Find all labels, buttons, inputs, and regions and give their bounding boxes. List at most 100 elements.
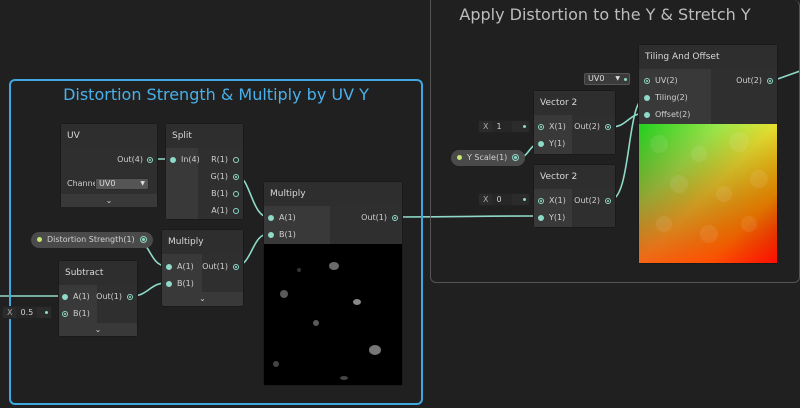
port-dot-icon <box>233 264 239 270</box>
tiling-uv-port[interactable]: UV(2) <box>644 75 678 87</box>
group-title[interactable]: Apply Distortion to the Y & Stretch Y <box>411 5 799 24</box>
vector2-bottom-y-port[interactable]: Y(1) <box>538 212 565 224</box>
vector2-top-out-port[interactable]: Out(2) <box>574 121 611 133</box>
split-g-port[interactable]: G(1) <box>210 171 239 183</box>
split-b-port[interactable]: B(1) <box>211 188 239 200</box>
subtract-a-port[interactable]: A(1) <box>62 291 90 303</box>
multiply-small-a-port[interactable]: A(1) <box>166 261 194 273</box>
port-dot-icon <box>170 157 176 163</box>
chevron-down-icon: ▼ <box>615 75 620 82</box>
chevron-down-icon: ▼ <box>140 180 145 187</box>
vector2-top-x-port[interactable]: X(1) <box>538 121 566 133</box>
multiply-preview <box>264 244 402 385</box>
subtract-node[interactable]: Subtract A(1) B(1) Out(1) ⌄ <box>59 261 137 336</box>
port-label: Out(4) <box>117 155 143 164</box>
node-title: Split <box>166 124 243 148</box>
node-title: Multiply <box>264 182 402 206</box>
port-dot-icon <box>538 198 544 204</box>
vector2-bottom-x-port[interactable]: X(1) <box>538 195 566 207</box>
property-dot-icon <box>457 155 462 160</box>
port-dot-icon <box>139 236 147 243</box>
tiling-offset-node[interactable]: Tiling And Offset UV(2) Tiling(2) Offset… <box>639 45 777 263</box>
chevron-down-icon: ⌄ <box>105 196 113 205</box>
multiply-node[interactable]: Multiply A(1) B(1) Out(1) <box>264 182 402 385</box>
node-title: Vector 2 <box>534 91 615 115</box>
port-dot-icon <box>147 157 153 163</box>
multiply-small-b-port[interactable]: B(1) <box>166 278 194 290</box>
vector2-bottom-out-port[interactable]: Out(2) <box>574 195 611 207</box>
split-node[interactable]: Split In(4) R(1) G(1) B(1) A(1) <box>166 124 243 219</box>
port-dot-icon <box>233 157 239 163</box>
uv-node[interactable]: UV Out(4) Channe UV0 ▼ ⌄ <box>61 124 157 207</box>
multiply-b-port[interactable]: B(1) <box>268 229 296 241</box>
vector2-bottom-node[interactable]: Vector 2 X(1) Y(1) Out(2) <box>534 165 615 227</box>
collapse-toggle[interactable]: ⌄ <box>162 292 243 305</box>
channel-dropdown[interactable]: UV0 ▼ <box>95 178 149 190</box>
port-dot-icon <box>644 78 650 84</box>
split-in-port[interactable]: In(4) <box>170 154 200 166</box>
channel-label: Channe <box>67 179 98 188</box>
chevron-down-icon: ⌄ <box>94 325 102 334</box>
multiply-small-node[interactable]: Multiply A(1) B(1) Out(1) ⌄ <box>162 230 243 306</box>
port-dot-icon <box>644 95 650 101</box>
port-dot-icon <box>538 124 544 130</box>
vector2-top-x-field[interactable]: X1 <box>478 120 530 133</box>
subtract-b-field[interactable]: X 0.5 <box>2 306 52 319</box>
tiling-out-port[interactable]: Out(2) <box>736 75 773 87</box>
split-r-port[interactable]: R(1) <box>211 154 239 166</box>
node-title: Tiling And Offset <box>639 45 777 69</box>
y-scale-property[interactable]: Y Scale(1) <box>451 150 526 166</box>
port-dot-icon <box>233 208 239 214</box>
property-dot-icon <box>37 237 42 242</box>
multiply-small-out-port[interactable]: Out(1) <box>202 261 239 273</box>
vector2-top-node[interactable]: Vector 2 X(1) Y(1) Out(2) <box>534 91 615 154</box>
port-dot-icon <box>62 311 68 317</box>
field-value[interactable]: 0.5 <box>16 307 38 318</box>
port-dot-icon <box>605 198 611 204</box>
port-dot-icon <box>538 141 544 147</box>
port-dot-icon <box>127 294 133 300</box>
node-title: UV <box>61 124 157 148</box>
port-dot-icon <box>268 215 274 221</box>
port-dot-icon <box>166 281 172 287</box>
tiling-offset-port[interactable]: Offset(2) <box>644 109 690 121</box>
port-dot-icon <box>767 78 773 84</box>
distortion-strength-property[interactable]: Distortion Strength(1) <box>31 232 153 248</box>
subtract-out-port[interactable]: Out(1) <box>96 291 133 303</box>
subtract-b-port[interactable]: B(1) <box>62 308 90 320</box>
port-dot-icon <box>166 264 172 270</box>
noise-preview-image <box>273 262 381 380</box>
port-dot-icon <box>624 78 627 81</box>
port-dot-icon <box>523 198 526 201</box>
node-title: Multiply <box>162 230 243 254</box>
port-dot-icon <box>512 154 520 161</box>
node-title: Subtract <box>59 261 137 285</box>
node-title: Vector 2 <box>534 165 615 189</box>
port-dot-icon <box>538 215 544 221</box>
channel-row: Channe <box>67 178 98 190</box>
port-dot-icon <box>233 174 239 180</box>
vector2-top-y-port[interactable]: Y(1) <box>538 138 565 150</box>
port-dot-icon <box>644 112 650 118</box>
multiply-out-port[interactable]: Out(1) <box>361 212 398 224</box>
port-dot-icon <box>268 232 274 238</box>
port-dot-icon <box>62 294 68 300</box>
tiling-tiling-port[interactable]: Tiling(2) <box>644 92 688 104</box>
port-dot-icon <box>392 215 398 221</box>
group-title[interactable]: Distortion Strength & Multiply by UV Y <box>11 85 421 104</box>
collapse-toggle[interactable]: ⌄ <box>59 323 137 336</box>
tiling-preview <box>639 124 777 263</box>
port-dot-icon <box>605 124 611 130</box>
split-a-port[interactable]: A(1) <box>211 205 239 217</box>
port-dot-icon <box>45 311 48 314</box>
port-dot-icon <box>233 191 239 197</box>
chevron-down-icon: ⌄ <box>199 294 206 303</box>
tiling-uv-dropdown[interactable]: UV0 ▼ <box>584 73 630 85</box>
vector2-bottom-x-field[interactable]: X0 <box>478 193 530 206</box>
collapse-toggle[interactable]: ⌄ <box>61 194 157 207</box>
port-dot-icon <box>523 125 526 128</box>
distorted-uv-preview-image <box>639 124 777 263</box>
field-label: X <box>7 308 13 317</box>
multiply-a-port[interactable]: A(1) <box>268 212 296 224</box>
uv-out-port[interactable]: Out(4) <box>117 154 153 166</box>
